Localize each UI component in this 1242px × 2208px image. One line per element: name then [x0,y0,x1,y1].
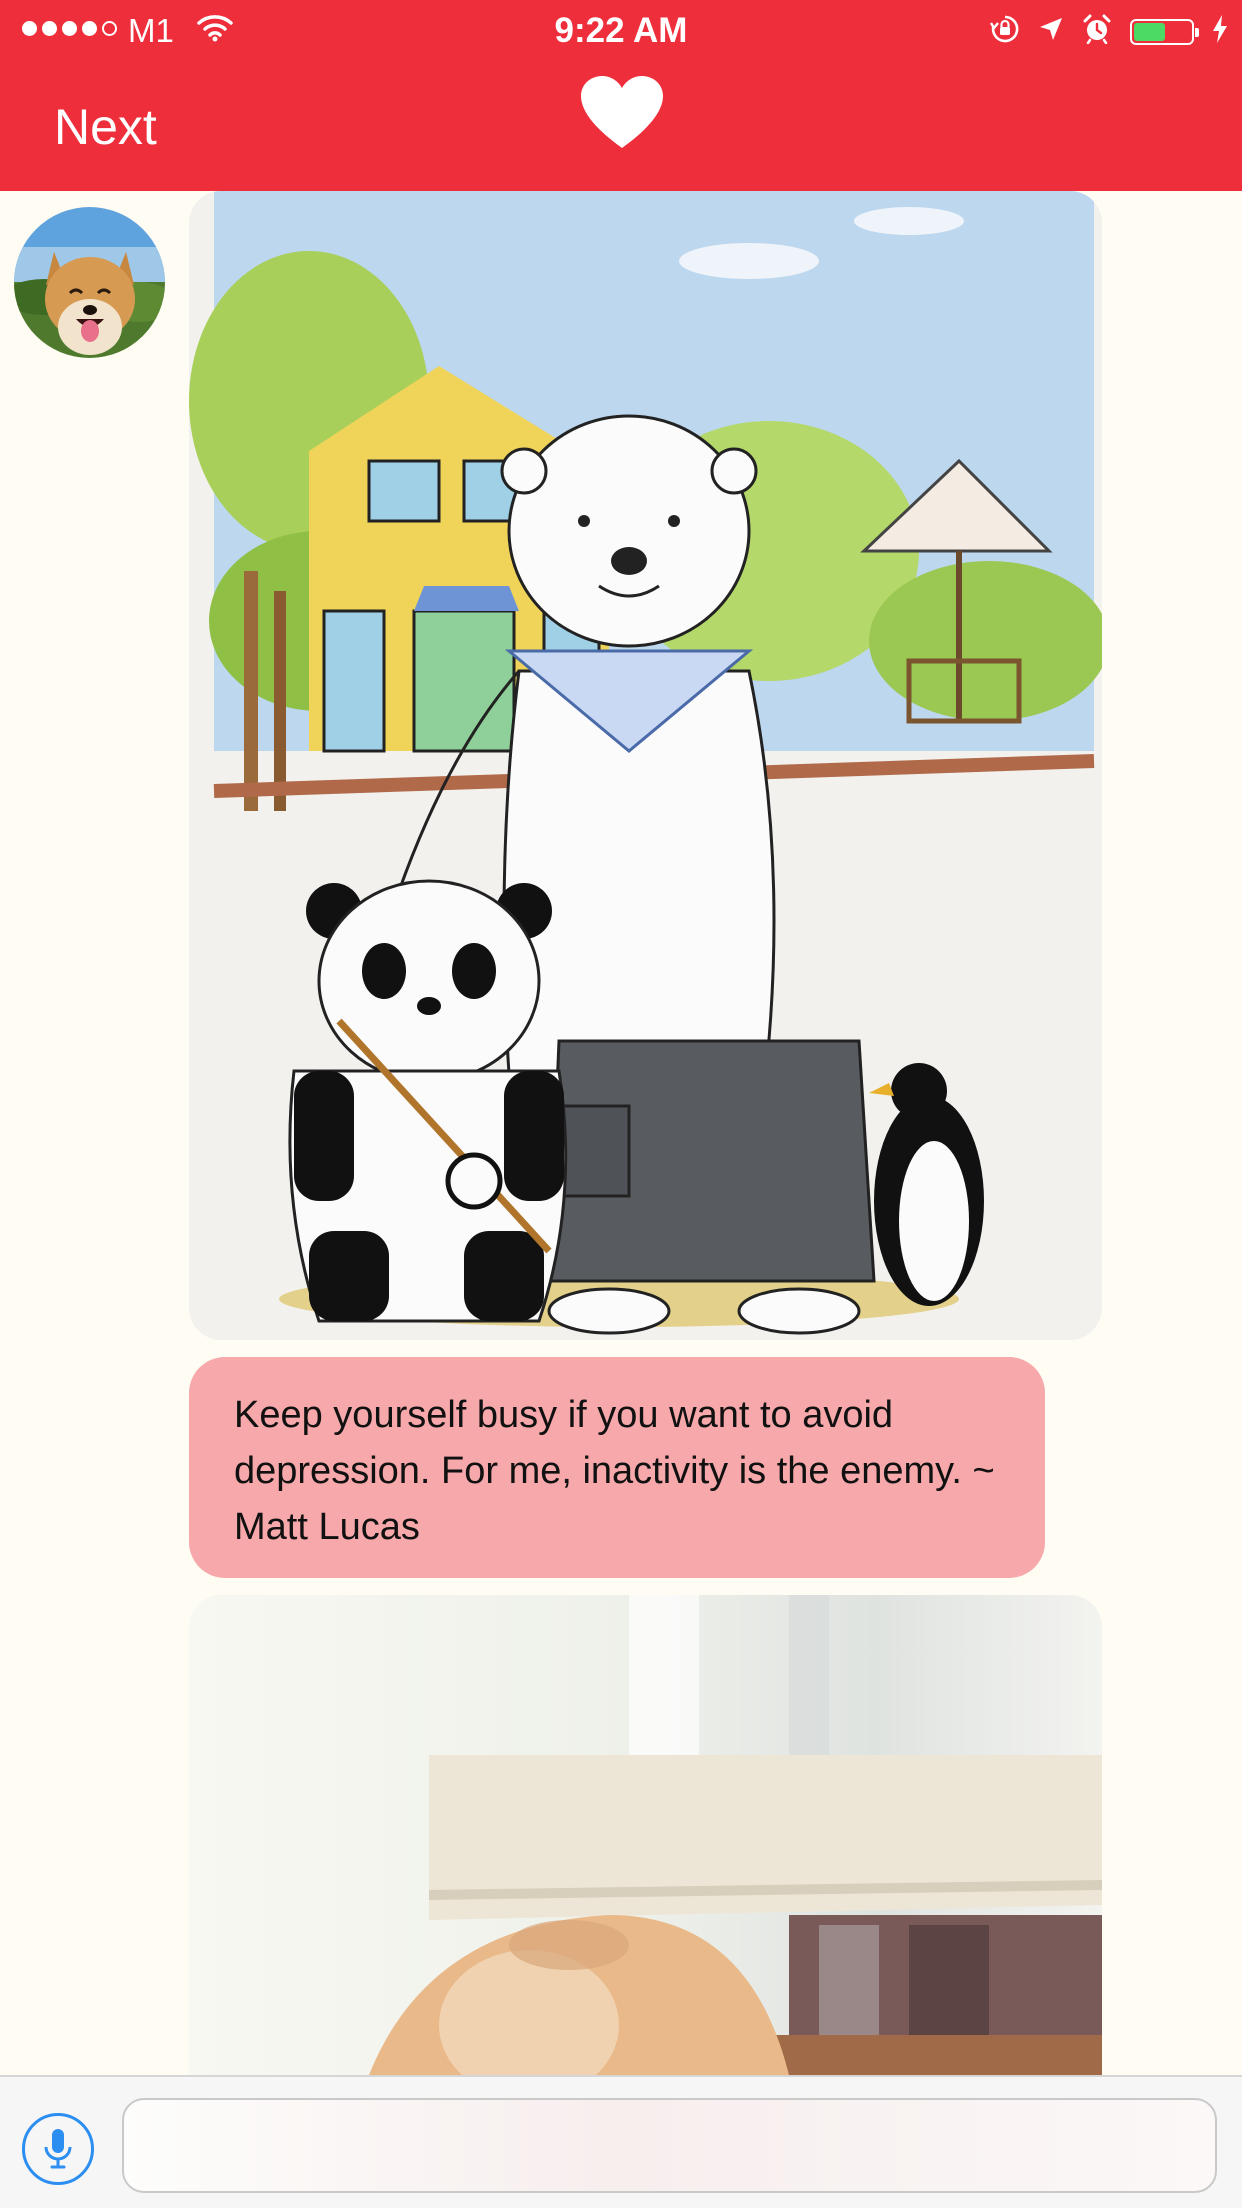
text-message[interactable]: Keep yourself busy if you want to avoid … [189,1357,1045,1578]
alarm-icon [1082,14,1112,49]
microphone-icon[interactable] [22,2113,94,2185]
message-input[interactable] [122,2098,1217,2193]
input-bar [0,2075,1242,2208]
heart-icon[interactable] [579,74,665,155]
rotation-lock-icon [989,14,1020,49]
top-bar: M1 9:22 AM Next [0,0,1242,191]
image-message-illustration[interactable] [189,191,1102,1340]
dog-avatar[interactable] [14,207,165,358]
charging-bolt-icon [1212,15,1228,48]
status-icons [989,14,1228,49]
next-button[interactable]: Next [54,98,157,156]
location-icon [1038,16,1064,47]
status-bar: M1 9:22 AM [0,0,1242,62]
image-message-cat-photo[interactable] [189,1595,1102,2075]
battery-icon [1130,18,1199,45]
